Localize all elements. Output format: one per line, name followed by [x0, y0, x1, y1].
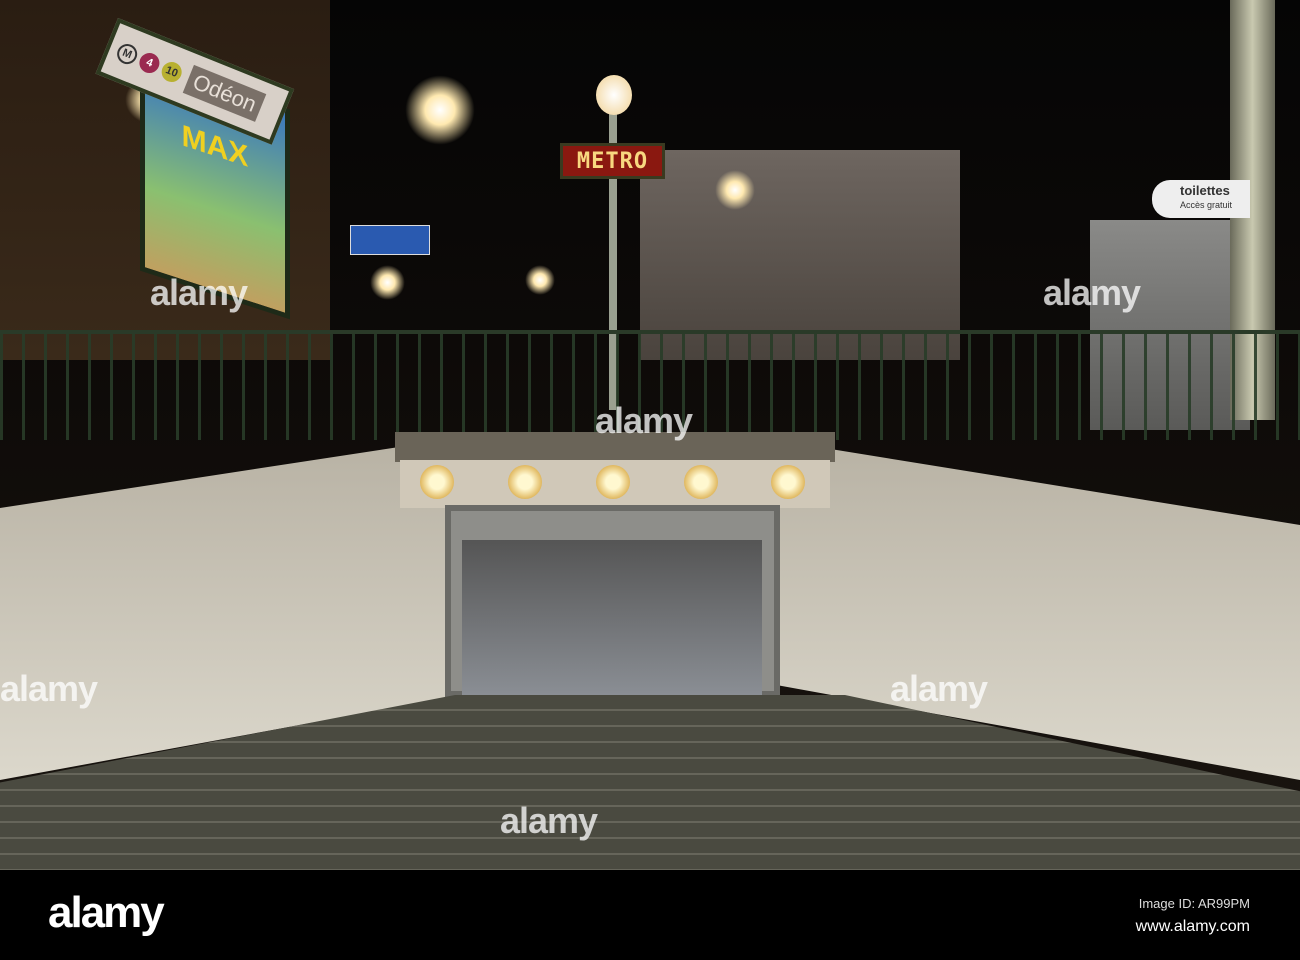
metro-sign: METRO: [560, 143, 665, 179]
image-id: Image ID: AR99PM: [1138, 896, 1250, 911]
metro-globe-lamp: [596, 75, 632, 115]
street-lamp-glow: [525, 265, 555, 295]
toilet-sign: toilettes Accès gratuit: [1152, 180, 1250, 218]
alamy-logo: alamy: [48, 888, 165, 937]
round-wall-lamp: [420, 465, 454, 499]
street-lamp-glow: [715, 170, 755, 210]
round-wall-lamp: [771, 465, 805, 499]
watermark: alamy: [890, 668, 988, 709]
street-lamp-glow: [405, 75, 475, 145]
watermark: alamy: [595, 400, 693, 441]
round-wall-lamp: [596, 465, 630, 499]
watermark: alamy: [0, 668, 98, 709]
street-lamp-glow: [370, 265, 405, 300]
watermark: alamy: [500, 800, 598, 841]
metro-logo: M: [114, 41, 141, 68]
building-right: [640, 150, 960, 360]
line-4-badge: 4: [136, 50, 163, 77]
station-corridor: [462, 540, 762, 695]
round-wall-lamp: [684, 465, 718, 499]
watermark: alamy: [150, 272, 248, 313]
round-wall-lamp: [508, 465, 542, 499]
alamy-url: www.alamy.com: [1135, 918, 1250, 935]
direction-sign: [350, 225, 430, 255]
station-name: Odéon: [182, 64, 267, 122]
metro-entrance-photo: MAX M 4 10 Odéon METRO toilettes Accès g…: [0, 0, 1300, 870]
watermark: alamy: [1043, 272, 1141, 313]
line-10-badge: 10: [158, 59, 185, 86]
